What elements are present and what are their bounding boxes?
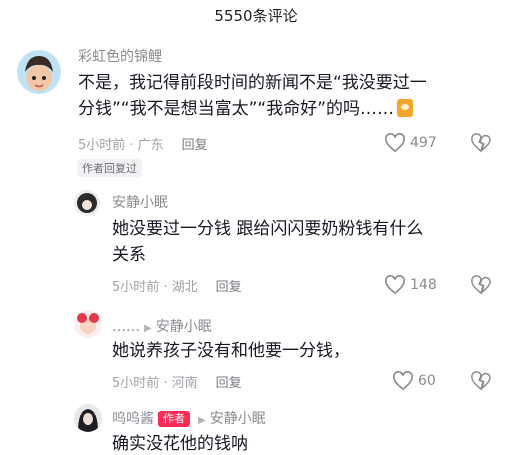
reply-username-text[interactable]: 呜呜酱 [112,411,154,427]
comment-meta: 5小时前 · 广东 回复 [78,134,208,153]
reply-text-line: 关系 [112,245,146,265]
comment-text-line-content: 分钱”“我不是想当富太”“我命好”的吗…… [78,99,395,119]
avatar[interactable] [74,404,102,432]
reply-text: 她说养孩子没有和他要一分钱， [112,338,492,364]
avatar[interactable] [74,190,100,216]
reply-text: 确实没花他的钱呐 [112,431,492,455]
reply-username[interactable]: 安静小眠 [112,192,168,212]
comment-text-line: 分钱”“我不是想当富太”“我命好”的吗…… [78,96,498,122]
comment-text: 不是，我记得前段时间的新闻不是“我没要过一 分钱”“我不是想当富太”“我命好”的… [78,70,498,122]
reply-button[interactable]: 回复 [182,138,208,153]
reply-text-line: 她没要过一分钱 跟给闪闪要奶粉钱有什么 [112,219,424,239]
reply-username-text[interactable]: …… [112,319,140,335]
reply-button[interactable]: 回复 [216,280,242,295]
like-button[interactable]: 148 [384,275,437,295]
broken-heart-icon [471,371,491,391]
like-count: 60 [418,373,436,389]
heart-outline-icon [385,275,405,295]
reply-text: 她没要过一分钱 跟给闪闪要奶粉钱有什么 关系 [112,216,492,268]
dislike-button[interactable] [470,133,492,157]
comment-text-line: 不是，我记得前段时间的新闻不是“我没要过一 [78,73,427,93]
time-location: 5小时前 · 广东 [78,138,164,153]
like-count: 148 [410,277,437,293]
like-button[interactable]: 60 [392,371,436,391]
comments-header: 5550条评论 [0,0,512,32]
dislike-button[interactable] [470,275,492,299]
smiling-face-emoji-icon [397,99,414,117]
reply-text-line: 她说养孩子没有和他要一分钱， [112,341,350,361]
like-button[interactable]: 497 [384,133,437,153]
reply-text-line: 确实没花他的钱呐 [112,434,248,454]
reply-meta: 5小时前 · 湖北 回复 [112,276,242,295]
comment-username[interactable]: 彩虹色的锦鲤 [78,46,162,66]
reply-item: 呜呜酱 作者 ▶ 安静小眠 确实没花他的钱呐 [0,400,512,455]
time-location: 5小时前 · 湖北 [112,280,198,295]
dislike-button[interactable] [470,371,492,395]
time-location: 5小时前 · 河南 [112,376,198,391]
avatar[interactable] [74,310,102,338]
heart-outline-icon [385,133,405,153]
like-count: 497 [410,135,437,151]
reply-button[interactable]: 回复 [216,376,242,391]
reply-to-username[interactable]: 安静小眠 [156,319,212,335]
triangle-right-icon: ▶ [198,415,206,426]
reply-to-username[interactable]: 安静小眠 [210,411,266,427]
triangle-right-icon: ▶ [144,323,152,334]
reply-username: 呜呜酱 作者 ▶ 安静小眠 [112,408,266,428]
comment-count-title: 5550条评论 [214,7,298,25]
author-replied-badge: 作者回复过 [77,159,142,177]
broken-heart-icon [471,133,491,153]
reply-item: …… ▶ 安静小眠 她说养孩子没有和他要一分钱， 5小时前 · 河南 回复 60 [0,308,512,396]
author-badge: 作者 [158,411,190,427]
comment-item: 彩虹色的锦鲤 不是，我记得前段时间的新闻不是“我没要过一 分钱”“我不是想当富太… [0,40,512,180]
reply-item: 安静小眠 她没要过一分钱 跟给闪闪要奶粉钱有什么 关系 5小时前 · 湖北 回复 … [0,186,512,298]
avatar[interactable] [17,50,61,94]
broken-heart-icon [471,275,491,295]
reply-username: …… ▶ 安静小眠 [112,316,212,336]
heart-outline-icon [393,371,413,391]
reply-meta: 5小时前 · 河南 回复 [112,372,242,391]
